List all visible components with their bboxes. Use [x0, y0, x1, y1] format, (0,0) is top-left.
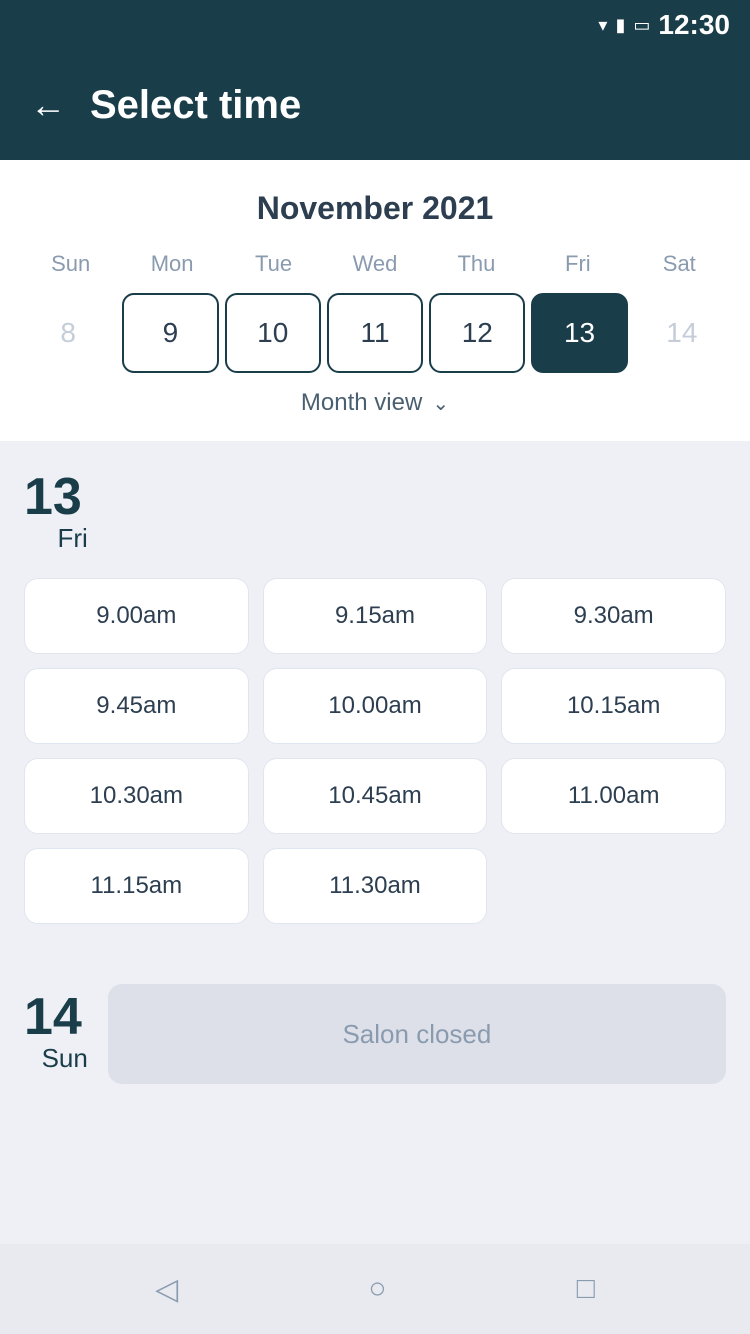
weekday-sat: Sat [629, 251, 730, 277]
date-11[interactable]: 11 [327, 293, 423, 373]
weekday-mon: Mon [121, 251, 222, 277]
status-time: 12:30 [658, 9, 730, 41]
battery-icon: ▭ [633, 15, 650, 36]
month-label: November 2021 [20, 190, 730, 227]
nav-home-button[interactable]: ○ [368, 1272, 386, 1306]
page-title: Select time [90, 83, 301, 128]
time-slot-1000am[interactable]: 10.00am [263, 668, 488, 744]
time-slot-1100am[interactable]: 11.00am [501, 758, 726, 834]
calendar-section: November 2021 Sun Mon Tue Wed Thu Fri Sa… [0, 160, 750, 441]
day-header-13: 13 Fri [24, 471, 726, 558]
weekday-thu: Thu [426, 251, 527, 277]
date-8[interactable]: 8 [20, 293, 116, 373]
time-section: 13 Fri 9.00am 9.15am 9.30am 9.45am 10.00… [0, 441, 750, 1244]
chevron-down-icon: ⌄ [432, 391, 449, 416]
day-name-14: Sun [42, 1043, 88, 1078]
time-slot-915am[interactable]: 9.15am [263, 578, 488, 654]
date-10[interactable]: 10 [225, 293, 321, 373]
time-slot-1115am[interactable]: 11.15am [24, 848, 249, 924]
back-button[interactable]: ← [30, 87, 66, 123]
nav-back-button[interactable]: ◁ [155, 1272, 178, 1307]
header: ← Select time [0, 50, 750, 160]
wifi-icon: ▾ [598, 15, 607, 36]
weekday-tue: Tue [223, 251, 324, 277]
time-slot-900am[interactable]: 9.00am [24, 578, 249, 654]
status-icons: ▾ ▮ ▭ 12:30 [598, 9, 730, 41]
day-block-14: 14 Sun Salon closed [0, 954, 750, 1114]
signal-icon: ▮ [615, 15, 625, 36]
month-view-toggle[interactable]: Month view ⌄ [20, 373, 730, 421]
time-slot-945am[interactable]: 9.45am [24, 668, 249, 744]
weekday-wed: Wed [324, 251, 425, 277]
nav-recent-button[interactable]: □ [577, 1272, 595, 1306]
bottom-nav: ◁ ○ □ [0, 1244, 750, 1334]
weekday-row: Sun Mon Tue Wed Thu Fri Sat [20, 251, 730, 277]
weekday-fri: Fri [527, 251, 628, 277]
date-12[interactable]: 12 [429, 293, 525, 373]
time-slot-1015am[interactable]: 10.15am [501, 668, 726, 744]
date-13[interactable]: 13 [531, 293, 627, 373]
day-name-13: Fri [58, 523, 88, 558]
date-9[interactable]: 9 [122, 293, 218, 373]
day-number-13: 13 [24, 471, 82, 523]
month-view-label: Month view [301, 389, 422, 417]
day-block-13: 13 Fri 9.00am 9.15am 9.30am 9.45am 10.00… [0, 441, 750, 954]
time-slot-1130am[interactable]: 11.30am [263, 848, 488, 924]
time-slot-1045am[interactable]: 10.45am [263, 758, 488, 834]
status-bar: ▾ ▮ ▭ 12:30 [0, 0, 750, 50]
time-grid-13: 9.00am 9.15am 9.30am 9.45am 10.00am 10.1… [24, 578, 726, 924]
time-slot-930am[interactable]: 9.30am [501, 578, 726, 654]
day-number-14: 14 [24, 991, 82, 1043]
time-slot-1030am[interactable]: 10.30am [24, 758, 249, 834]
weekday-sun: Sun [20, 251, 121, 277]
salon-closed-label: Salon closed [108, 984, 726, 1084]
date-row: 8 9 10 11 12 13 14 [20, 293, 730, 373]
date-14[interactable]: 14 [634, 293, 730, 373]
